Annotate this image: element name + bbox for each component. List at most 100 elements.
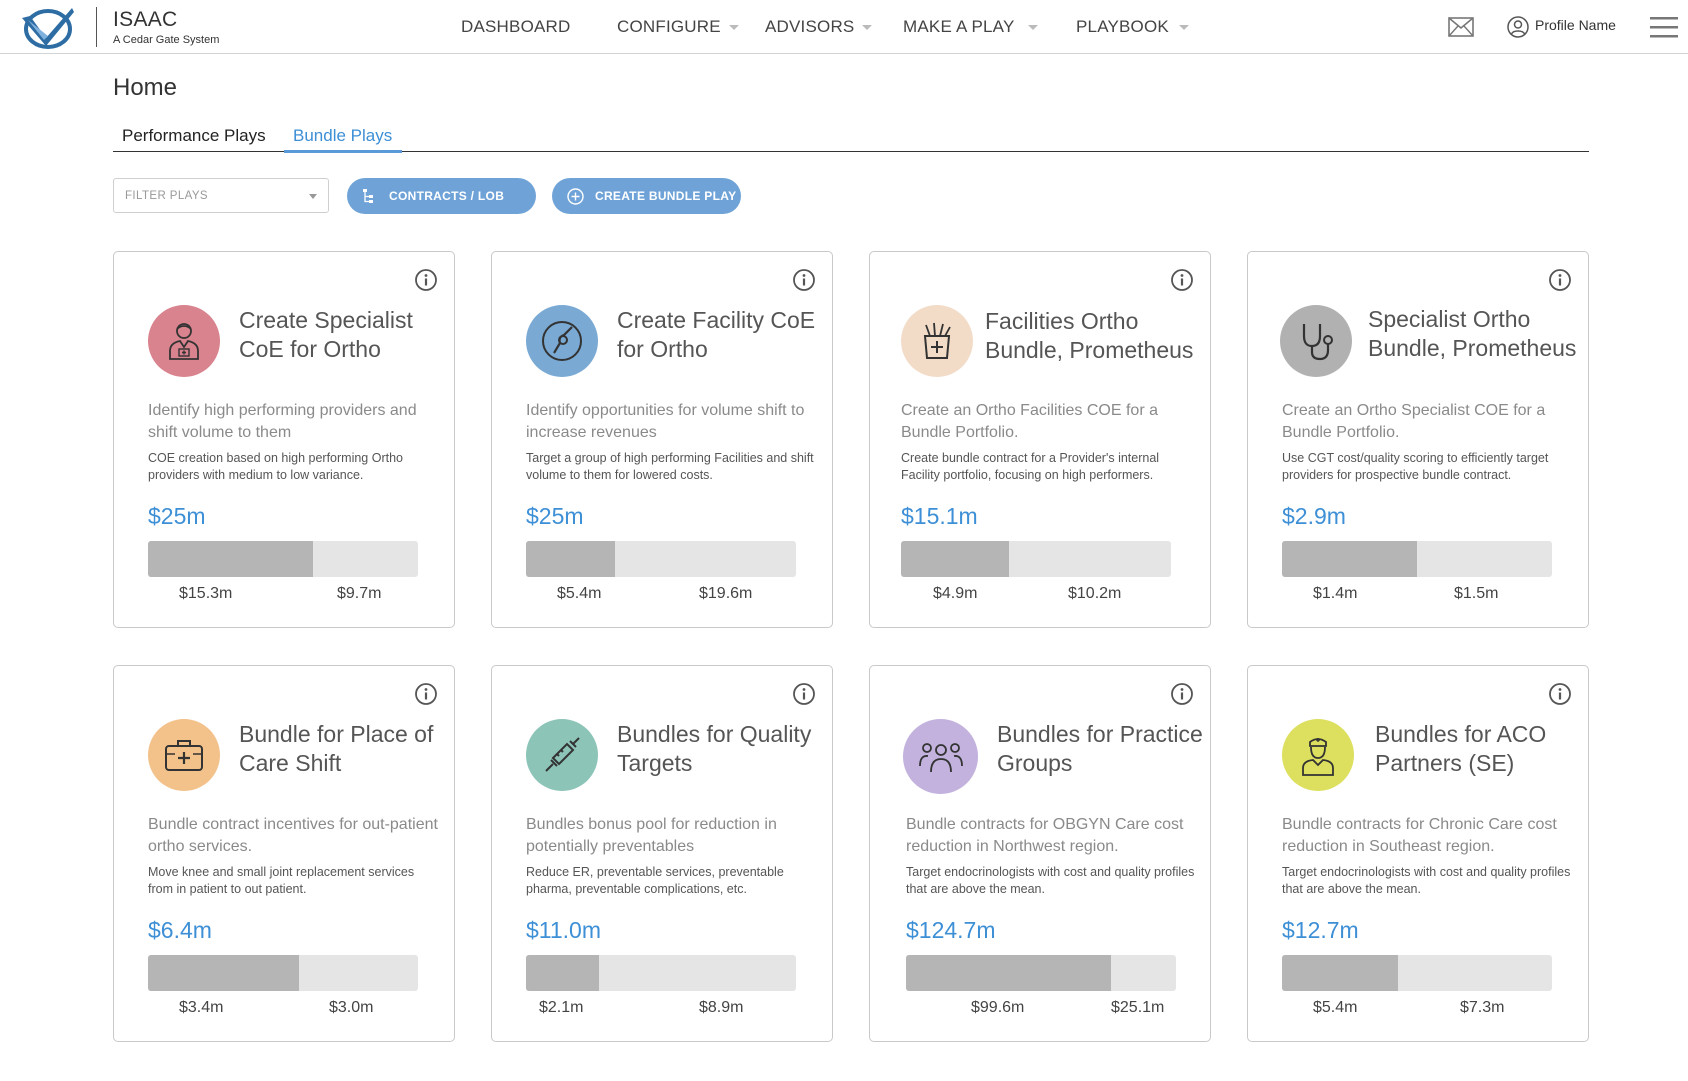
chevron-down-icon [1027,24,1038,30]
play-card[interactable]: Bundles for ACO Partners (SE) Bundle con… [1247,665,1589,1042]
progress-bar-fill [906,955,1112,991]
nav-label: CONFIGURE [617,17,721,36]
card-title: Bundles for Practice Groups [997,721,1203,776]
progress-bar-fill [1282,541,1417,577]
nav-label: DASHBOARD [461,17,571,36]
stethoscope-icon [1280,305,1352,377]
play-card[interactable]: Facilities Ortho Bundle, Prometheus Crea… [869,251,1211,628]
nav-playbook[interactable]: PLAYBOOK [1076,0,1189,54]
card-total-value: $124.7m [906,917,996,943]
progress-bar [526,955,796,991]
nav-advisors[interactable]: ADVISORS [765,0,873,54]
filter-placeholder: FILTER PLAYS [125,190,208,202]
page-title: Home [113,74,178,101]
bar-left-value: $5.4m [557,585,602,602]
logo-check-icon[interactable] [18,4,76,50]
info-icon[interactable] [792,682,816,706]
hierarchy-icon [363,189,373,203]
bar-right-value: $1.5m [1454,585,1499,602]
play-card[interactable]: Create Specialist CoE for Ortho Identify… [113,251,455,628]
play-card[interactable]: Create Facility CoE for Ortho Identify o… [491,251,833,628]
doctor-icon [148,305,220,377]
top-navbar: ISAAC A Cedar Gate System DASHBOARD CONF… [0,0,1688,54]
progress-bar [148,541,418,577]
info-icon[interactable] [414,268,438,292]
card-detail: Target a group of high performing Facili… [526,451,814,482]
nav-configure[interactable]: CONFIGURE [617,0,739,54]
chevron-down-icon [728,24,739,30]
card-detail: Move knee and small joint replacement se… [148,865,415,896]
card-summary: Bundle contracts for OBGYN Care cost red… [906,816,1184,855]
play-card[interactable]: Bundles for Practice Groups Bundle contr… [869,665,1211,1042]
card-total-value: $6.4m [148,917,212,943]
info-icon[interactable] [1170,268,1194,292]
plus-circle-icon [567,187,584,205]
progress-bar-fill [901,541,1009,577]
card-detail: Reduce ER, preventable services, prevent… [526,865,784,896]
card-detail: Target endocrinologists with cost and qu… [906,865,1195,896]
profile-name[interactable]: Profile Name [1535,17,1616,33]
bar-right-value: $7.3m [1460,999,1505,1016]
info-icon[interactable] [414,682,438,706]
progress-bar-fill [1282,955,1399,991]
mail-icon[interactable] [1448,16,1474,38]
bone-joint-icon [526,305,598,377]
progress-bar-fill [148,541,313,577]
bar-left-value: $4.9m [933,585,978,602]
card-total-value: $11.0m [526,917,602,943]
card-title: Bundle for Place of Care Shift [239,721,434,776]
card-title: Bundles for Quality Targets [617,721,812,776]
bar-left-value: $3.4m [179,999,224,1016]
card-total-value: $2.9m [1282,503,1346,529]
play-card[interactable]: Bundle for Place of Care Shift Bundle co… [113,665,455,1042]
info-icon[interactable] [1548,268,1572,292]
bar-right-value: $25.1m [1111,999,1165,1016]
medicine-cup-icon [901,305,973,377]
bar-left-value: $15.3m [179,585,233,602]
progress-bar-fill [148,955,300,991]
progress-bar [901,541,1171,577]
card-total-value: $25m [148,503,206,529]
card-summary: Create an Ortho Specialist COE for a Bun… [1282,402,1546,441]
nav-label: MAKE A PLAY [903,17,1015,36]
chevron-down-icon [862,24,873,30]
card-summary: Identify opportunities for volume shift … [526,402,805,441]
contracts-lob-button[interactable]: CONTRACTS / LOB [347,178,536,214]
bar-right-value: $8.9m [699,999,744,1016]
play-card[interactable]: Bundles for Quality Targets Bundles bonu… [491,665,833,1042]
card-title: Specialist Ortho Bundle, Prometheus [1368,306,1577,361]
nav-dashboard[interactable]: DASHBOARD [461,0,571,54]
create-bundle-play-button[interactable]: CREATE BUNDLE PLAY [552,178,741,214]
filter-plays-select[interactable]: FILTER PLAYS [113,178,329,213]
card-total-value: $15.1m [901,503,978,529]
create-bundle-play-label: CREATE BUNDLE PLAY [595,189,737,203]
play-card[interactable]: Specialist Ortho Bundle, Prometheus Crea… [1247,251,1589,628]
card-summary: Identify high performing providers and s… [148,402,417,441]
brand-subtitle: A Cedar Gate System [113,34,220,46]
info-icon[interactable] [792,268,816,292]
medical-kit-icon [148,719,220,791]
info-icon[interactable] [1548,682,1572,706]
bar-right-value: $10.2m [1068,585,1122,602]
bar-left-value: $2.1m [539,999,584,1016]
progress-bar-fill [526,955,599,991]
tab-bundle-plays[interactable]: Bundle Plays [293,126,392,146]
card-title: Create Facility CoE for Ortho [617,307,816,362]
nav-make-a-play[interactable]: MAKE A PLAY [903,0,1038,54]
hamburger-menu-icon[interactable] [1650,15,1678,39]
card-summary: Create an Ortho Facilities COE for a Bun… [901,402,1158,441]
card-total-value: $25m [526,503,584,529]
progress-bar [1282,541,1552,577]
nav-label: ADVISORS [765,17,855,36]
logo-divider [96,7,97,47]
user-icon[interactable] [1507,16,1529,38]
progress-bar [148,955,418,991]
tab-bar: Performance Plays Bundle Plays [113,122,1589,153]
syringe-icon [526,719,598,791]
chevron-down-icon [309,194,317,199]
info-icon[interactable] [1170,682,1194,706]
tab-performance-plays[interactable]: Performance Plays [122,126,266,146]
card-detail: Create bundle contract for a Provider's … [901,451,1160,482]
nurse-icon [1282,719,1354,791]
card-total-value: $12.7m [1282,917,1359,943]
